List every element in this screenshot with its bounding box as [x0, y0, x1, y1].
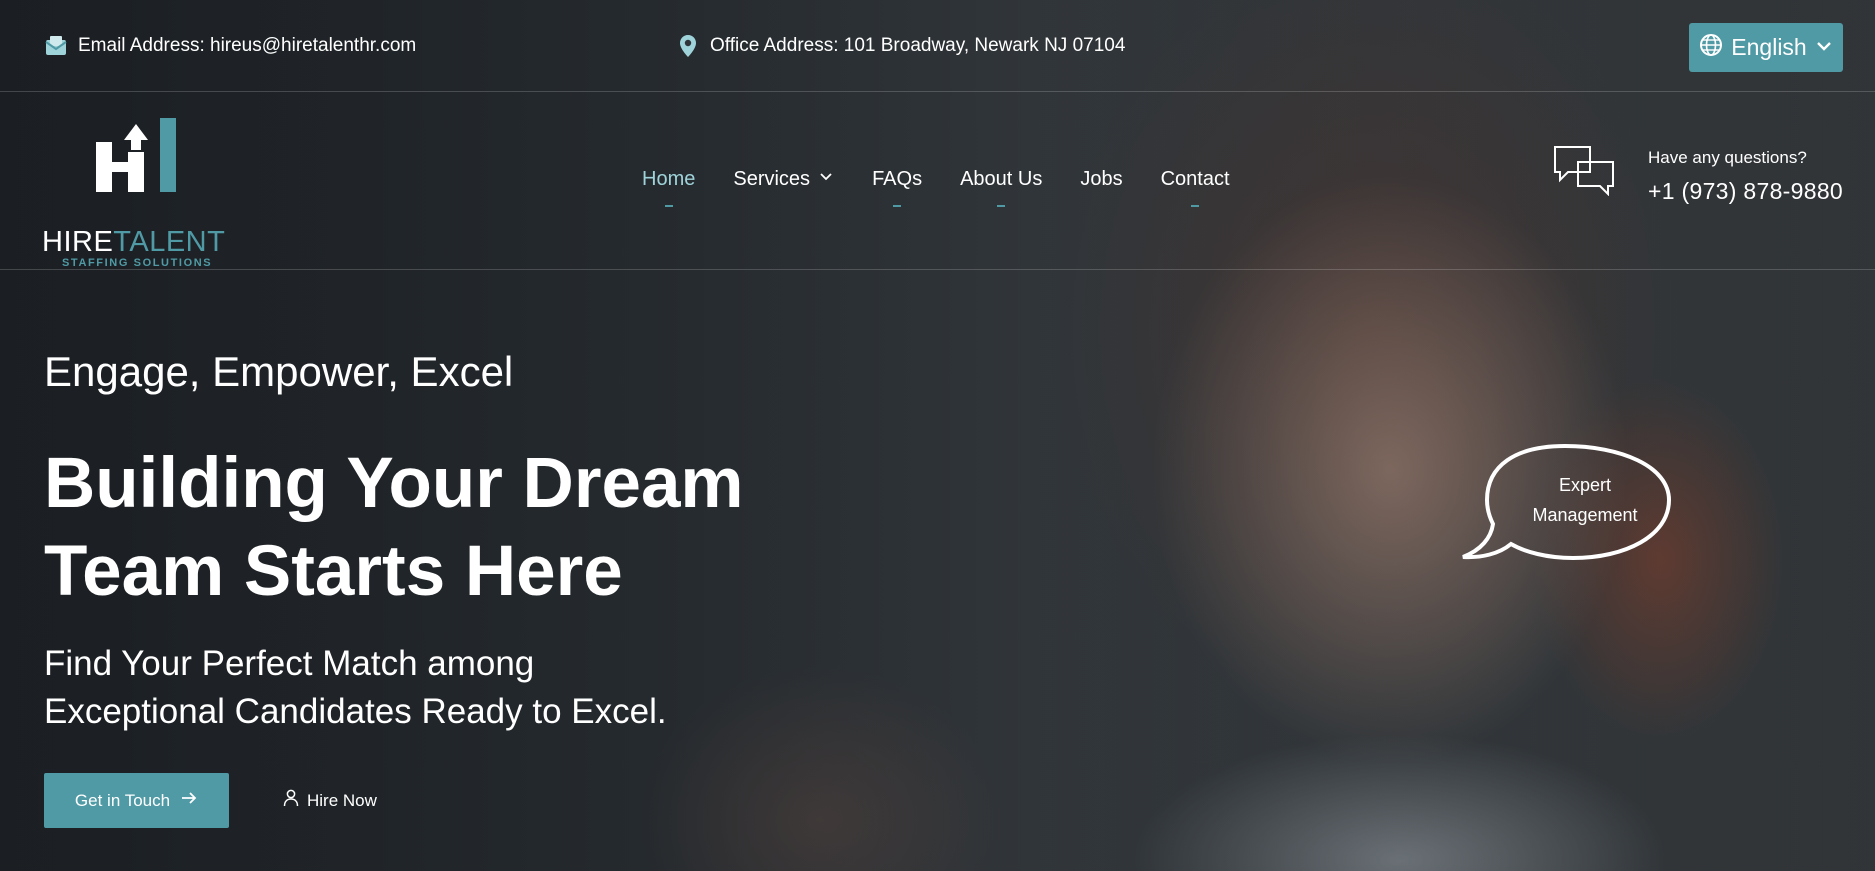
user-icon — [283, 789, 299, 812]
nav-item-home[interactable]: Home — [642, 168, 696, 207]
nav-item-about-us[interactable]: About Us — [960, 168, 1043, 207]
speech-bubble-text: Expert Management — [1500, 470, 1670, 530]
nav-underline-mark — [1191, 205, 1200, 207]
get-in-touch-label: Get in Touch — [74, 790, 171, 810]
hero-tagline: Engage, Empower, Excel — [44, 348, 514, 395]
chevron-down-icon — [818, 168, 834, 191]
nav-active-indicator — [664, 205, 673, 207]
email-address-text: Email Address: hireus@hiretalenthr.com — [78, 35, 417, 56]
arrow-right-icon — [180, 789, 198, 812]
logo-wordmark: HIRETALENT — [42, 226, 225, 259]
office-address: Office Address: 101 Broadway, Newark NJ … — [676, 34, 1125, 58]
hire-now-link[interactable]: Hire Now — [283, 789, 377, 812]
nav-item-services[interactable]: Services — [733, 168, 834, 191]
speech-bubble-line-1: Expert — [1558, 475, 1612, 495]
nav-item-jobs[interactable]: Jobs — [1080, 168, 1122, 191]
speech-bubble-line-2: Management — [1532, 505, 1638, 525]
logo-subtitle: STAFFING SOLUTIONS — [62, 257, 213, 269]
email-icon — [44, 34, 68, 58]
nav-item-faqs[interactable]: FAQs — [872, 168, 923, 207]
top-info-bar: Email Address: hireus@hiretalenthr.com O… — [0, 0, 1875, 92]
office-address-text: Office Address: 101 Broadway, Newark NJ … — [710, 35, 1126, 56]
nav-item-label: Contact — [1160, 168, 1230, 190]
nav-item-contact[interactable]: Contact — [1160, 168, 1230, 207]
hero-subheading-line-2: Exceptional Candidates Ready to Excel. — [44, 692, 667, 731]
site-logo[interactable]: HIRETALENT STAFFING SOLUTIONS — [42, 112, 232, 269]
hero-headline: Building Your Dream Team Starts Here — [44, 440, 944, 616]
language-selector[interactable]: English — [1689, 23, 1843, 72]
contact-info: Have any questions? +1 (973) 878-9880 — [1552, 144, 1843, 205]
hero-subheading-line-1: Find Your Perfect Match among — [44, 644, 535, 683]
nav-underline-mark — [997, 205, 1006, 207]
hero-headline-line-2: Team Starts Here — [44, 532, 623, 611]
chat-bubbles-icon — [1552, 144, 1616, 201]
nav-underline-mark — [893, 205, 902, 207]
globe-icon — [1699, 33, 1723, 63]
contact-text: Have any questions? +1 (973) 878-9880 — [1648, 144, 1843, 205]
language-label: English — [1731, 34, 1807, 60]
nav-item-label: Home — [642, 168, 696, 190]
nav-item-label: About Us — [960, 168, 1043, 190]
location-pin-icon — [676, 34, 700, 58]
hero-subheading: Find Your Perfect Match among Exceptiona… — [44, 640, 804, 736]
logo-word-hire: HIRE — [42, 226, 114, 258]
chevron-down-icon — [1815, 34, 1833, 61]
nav-item-label: FAQs — [872, 168, 923, 190]
get-in-touch-button[interactable]: Get in Touch — [44, 773, 229, 828]
nav-item-label: Services — [733, 168, 811, 190]
main-navigation: Home Services FAQs About Us Jobs Contact — [642, 168, 1230, 207]
contact-question: Have any questions? — [1648, 148, 1807, 167]
hire-now-label: Hire Now — [307, 790, 377, 810]
nav-item-label: Jobs — [1080, 168, 1123, 190]
hero-headline-line-1: Building Your Dream — [44, 444, 744, 523]
logo-mark — [96, 118, 176, 192]
email-address[interactable]: Email Address: hireus@hiretalenthr.com — [44, 34, 416, 58]
site-header: HIRETALENT STAFFING SOLUTIONS Home Servi… — [0, 92, 1875, 270]
logo-word-talent: TALENT — [113, 226, 226, 258]
contact-phone[interactable]: +1 (973) 878-9880 — [1648, 178, 1843, 205]
